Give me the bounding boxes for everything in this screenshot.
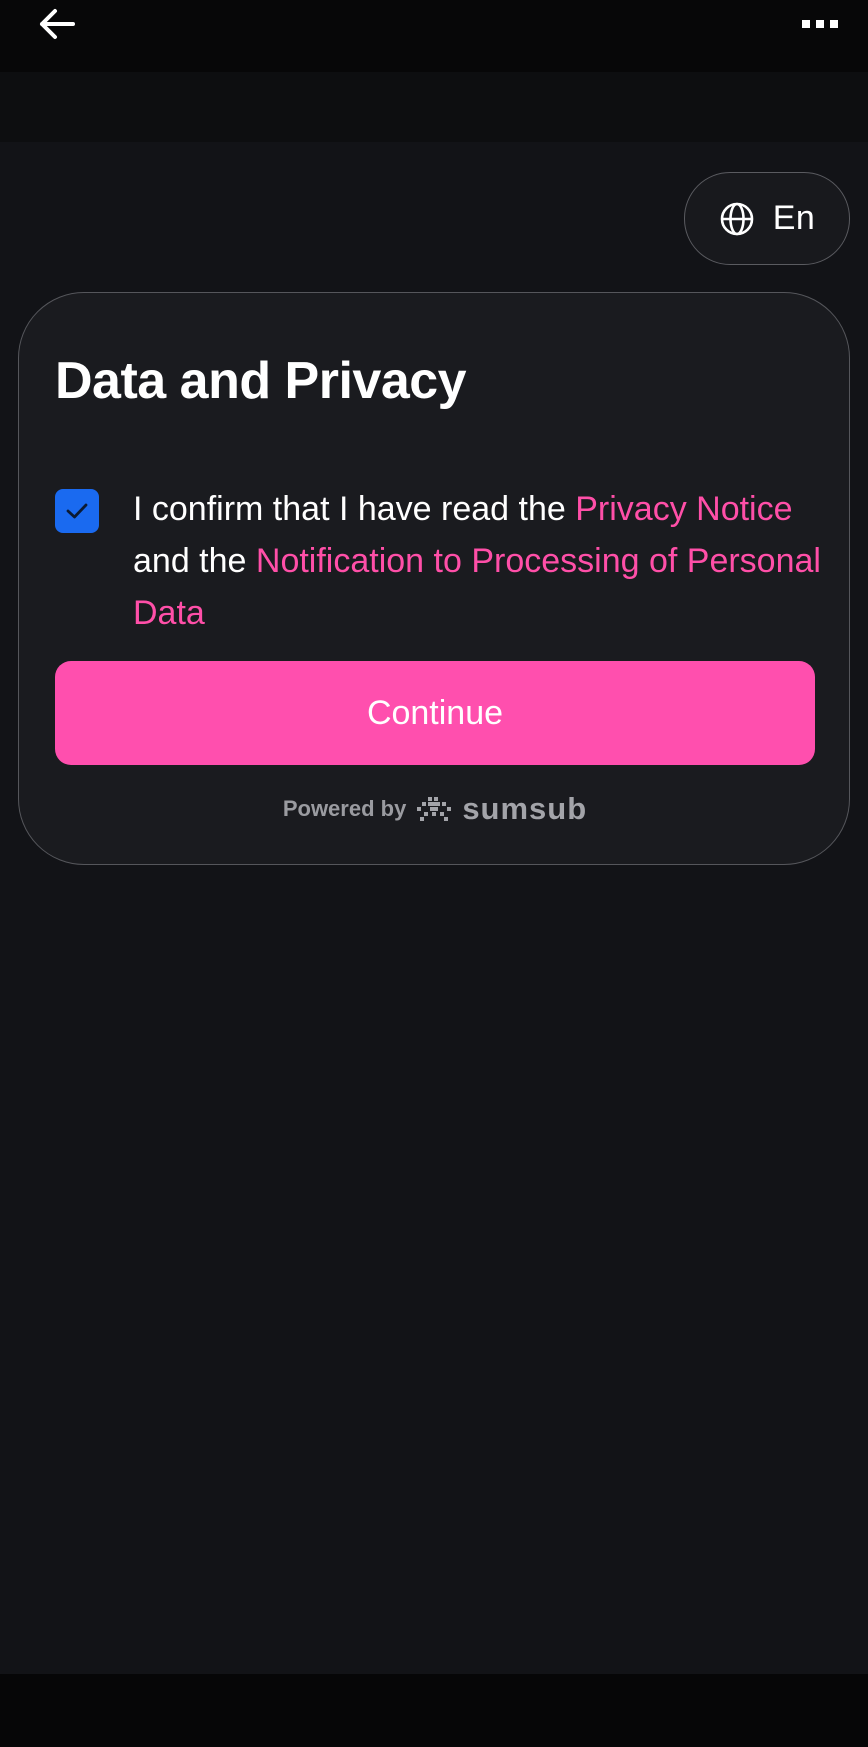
check-icon <box>66 503 88 519</box>
brand-wordmark: sumsub <box>462 791 588 826</box>
header-band <box>0 72 868 142</box>
continue-button[interactable]: Continue <box>55 661 815 765</box>
consent-checkbox[interactable] <box>55 489 99 533</box>
bottom-bar <box>0 1674 868 1747</box>
globe-icon <box>720 202 754 235</box>
arrow-left-icon <box>40 9 75 39</box>
powered-by-label: Powered by <box>282 796 407 821</box>
consent-middle: and the <box>133 542 256 580</box>
language-label: En <box>772 199 816 237</box>
privacy-card: Data and Privacy I confirm that I have r… <box>18 292 850 865</box>
privacy-notice-link[interactable]: Privacy Notice <box>575 490 792 528</box>
consent-prefix: I confirm that I have read the <box>133 490 576 528</box>
top-bar <box>0 0 868 72</box>
powered-by: Powered by sumsub <box>19 789 851 829</box>
more-button[interactable] <box>796 6 844 42</box>
more-horizontal-icon <box>802 20 838 28</box>
sumsub-logo-icon <box>417 797 452 821</box>
language-selector[interactable]: En <box>684 172 850 265</box>
card-title: Data and Privacy <box>55 352 467 410</box>
back-button[interactable] <box>36 6 78 42</box>
consent-text: I confirm that I have read the Privacy N… <box>133 483 833 639</box>
